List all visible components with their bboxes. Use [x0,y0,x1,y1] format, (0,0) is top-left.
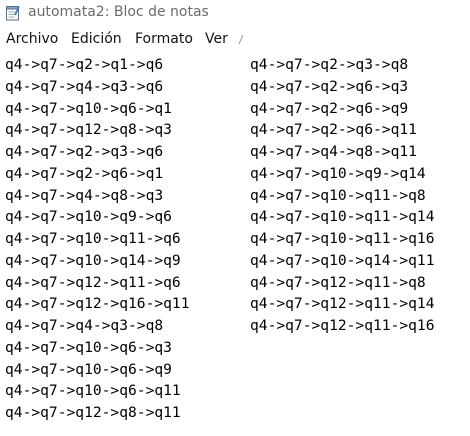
text-line: q4->q7->q10->q6->q11 [5,382,181,400]
text-line: q4->q7->q4->q3->q8 [5,317,164,334]
text-line: q4->q7->q2->q3->q6 [5,143,164,160]
text-line: q4->q7->q2->q3->q8 [250,56,409,73]
text-line: q4->q7->q2->q6->q1 [5,164,164,182]
text-line: q4->q7->q10->q14->q11 [250,251,435,269]
menu-bar: Archivo Edición Formato Ver [0,27,470,53]
text-line: q4->q7->q2->q1->q6 [5,56,164,73]
text-line: q4->q7->q4->q3->q6 [5,77,164,95]
text-line: q4->q7->q12->q11->q14 [250,295,435,313]
text-line: q4->q7->q12->q16->q11 [5,295,190,313]
text-line: q4->q7->q10->q11->q8 [250,186,426,204]
menu-archivo[interactable]: Archivo [6,31,58,47]
text-line: q4->q7->q4->q8->q11 [250,143,417,160]
text-line: q4->q7->q2->q6->q11 [250,121,417,139]
menu-edicion[interactable]: Edición [71,31,122,47]
text-line: q4->q7->q10->q11->q6 [5,230,181,247]
text-line: q4->q7->q10->q6->q9 [5,360,172,378]
text-column-right: q4->q7->q2->q3->q8 q4->q7->q2->q6->q3 q4->… [250,54,435,337]
menu-overflow-icon [238,33,244,48]
title-bar[interactable]: automata2: Bloc de notas [0,0,470,26]
text-line: q4->q7->q12->q11->q16 [250,317,435,334]
text-line: q4->q7->q12->q8->q3 [5,121,172,139]
text-line: q4->q7->q10->q14->q9 [5,251,181,269]
text-line: q4->q7->q12->q11->q6 [5,273,181,291]
menu-ver[interactable]: Ver [205,31,228,47]
text-line: q4->q7->q10->q6->q1 [5,99,172,117]
text-line: q4->q7->q10->q11->q14 [250,208,435,226]
text-line: q4->q7->q12->q11->q8 [250,273,426,291]
text-line: q4->q7->q2->q6->q3 [250,77,409,95]
text-line: q4->q7->q10->q9->q14 [250,164,426,182]
text-line: q4->q7->q10->q9->q6 [5,208,172,226]
notepad-icon [5,4,21,21]
text-column-left: q4->q7->q2->q1->q6 q4->q7->q4->q3->q6 q4->… [5,54,190,424]
text-line: q4->q7->q10->q11->q16 [250,230,435,247]
text-line: q4->q7->q2->q6->q9 [250,99,409,117]
window-title: automata2: Bloc de notas [28,4,209,20]
text-line: q4->q7->q4->q8->q3 [5,186,164,204]
menu-formato[interactable]: Formato [135,31,193,47]
text-line: q4->q7->q12->q8->q11 [5,404,181,421]
text-editor-area[interactable]: q4->q7->q2->q1->q6 q4->q7->q4->q3->q6 q4->… [0,54,470,436]
text-line: q4->q7->q10->q6->q3 [5,338,172,356]
